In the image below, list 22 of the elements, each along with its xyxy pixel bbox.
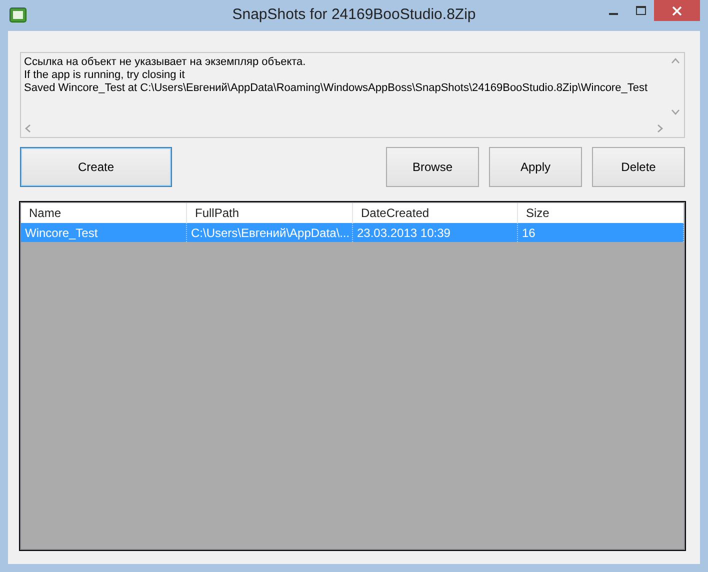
focused-button[interactable]: Create: [20, 147, 172, 187]
minimize-icon: [609, 13, 618, 15]
scroll-down-icon[interactable]: [671, 108, 680, 117]
column-header[interactable]: FullPath: [187, 203, 353, 223]
column-header[interactable]: Size: [518, 203, 684, 223]
log-line: If the app is running, try closing it: [24, 69, 185, 81]
button[interactable]: Delete: [592, 147, 685, 187]
close-icon: [672, 6, 682, 16]
scroll-left-icon[interactable]: [24, 124, 33, 133]
log-line: Ссылка на объект не указывает на экземпляр объекта.: [24, 56, 306, 68]
scroll-up-icon[interactable]: [671, 56, 680, 65]
log-line: Saved Wincore_Test at C:\Users\Евгений\AppData\Roaming\WindowsAppBoss\SnapShots\24169BooStudio.8Zip\Wincore_Test: [24, 82, 648, 94]
column-header[interactable]: DateCreated: [353, 203, 518, 223]
log-box[interactable]: [20, 52, 685, 138]
maximize-icon: [636, 6, 646, 16]
button[interactable]: Browse: [386, 147, 479, 187]
close-button[interactable]: [654, 0, 700, 21]
button[interactable]: Apply: [489, 147, 582, 187]
app-icon: [9, 7, 27, 23]
scroll-right-icon[interactable]: [655, 124, 664, 133]
column-header[interactable]: Name: [21, 203, 187, 223]
window-title: SnapShots for 24169BooStudio.8Zip: [231, 6, 477, 23]
